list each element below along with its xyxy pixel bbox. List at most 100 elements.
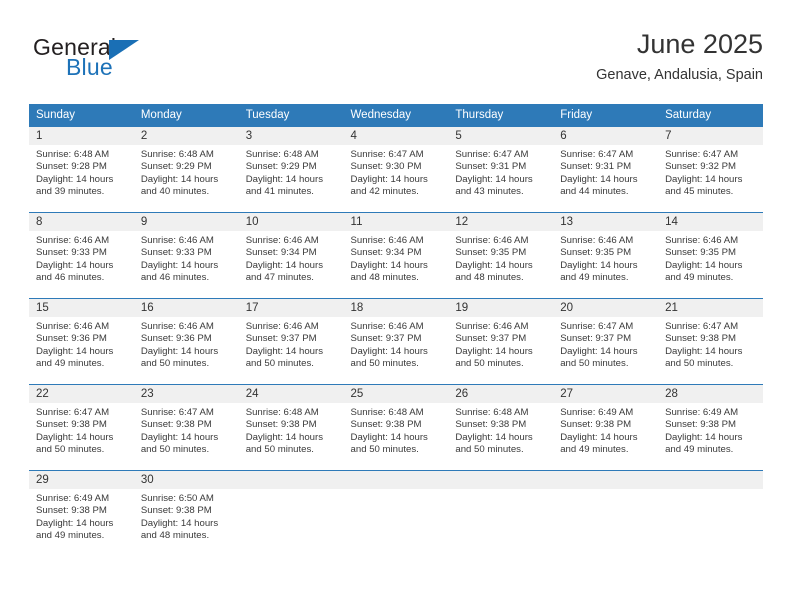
day-number bbox=[553, 471, 659, 489]
day-details: Sunrise: 6:47 AM Sunset: 9:38 PM Daylight:… bbox=[658, 317, 763, 371]
daylight-text-line2: and 50 minutes. bbox=[140, 444, 210, 456]
day-cell-inner: 15 Sunrise: 6:46 AM Sunset: 9:36 PM Dayligh… bbox=[29, 299, 134, 384]
day-details: Sunrise: 6:47 AM Sunset: 9:30 PM Daylight:… bbox=[344, 145, 449, 199]
calendar-day-cell[interactable]: 22 Sunrise: 6:47 AM Sunset: 9:38 PM Dayligh… bbox=[29, 384, 134, 471]
calendar-day-cell[interactable]: 21 Sunrise: 6:47 AM Sunset: 9:38 PM Dayligh… bbox=[658, 298, 763, 385]
day-number: 8 bbox=[29, 213, 134, 231]
sunrise-text: Sunrise: 6:47 AM bbox=[665, 149, 739, 160]
page-title: June 2025 bbox=[636, 29, 763, 59]
day-cell-inner: 29 Sunrise: 6:49 AM Sunset: 9:38 PM Dayligh… bbox=[29, 471, 134, 556]
daylight-text-line2: and 50 minutes. bbox=[455, 358, 524, 370]
day-details: Sunrise: 6:49 AM Sunset: 9:38 PM Daylight:… bbox=[29, 489, 134, 543]
day-number: 1 bbox=[29, 127, 134, 145]
calendar-day-cell[interactable]: 6 Sunrise: 6:47 AM Sunset: 9:31 PM Daylight… bbox=[553, 127, 659, 213]
day-cell-inner: 6 Sunrise: 6:47 AM Sunset: 9:31 PM Daylight… bbox=[553, 127, 659, 212]
general-blue-logo[interactable]: General Blue bbox=[33, 34, 233, 90]
daylight-text-line1: Daylight: 14 hours bbox=[665, 431, 743, 443]
calendar-day-cell[interactable]: 5 Sunrise: 6:47 AM Sunset: 9:31 PM Daylight… bbox=[448, 127, 554, 213]
calendar-day-cell[interactable]: 12 Sunrise: 6:46 AM Sunset: 9:35 PM Dayligh… bbox=[448, 212, 554, 299]
calendar-day-cell[interactable]: 23 Sunrise: 6:47 AM Sunset: 9:38 PM Dayligh… bbox=[133, 384, 239, 471]
daylight-text-line1: Daylight: 14 hours bbox=[140, 259, 219, 271]
calendar-day-cell[interactable]: 1 Sunrise: 6:48 AM Sunset: 9:28 PM Daylight… bbox=[29, 127, 134, 213]
calendar-day-cell[interactable]: 20 Sunrise: 6:47 AM Sunset: 9:37 PM Dayligh… bbox=[553, 298, 659, 385]
sunset-text: Sunset: 9:29 PM bbox=[245, 161, 317, 173]
calendar-day-cell[interactable]: 10 Sunrise: 6:46 AM Sunset: 9:34 PM Dayligh… bbox=[238, 212, 344, 299]
sunrise-text: Sunrise: 6:49 AM bbox=[665, 407, 739, 418]
calendar-day-cell[interactable]: 2 Sunrise: 6:48 AM Sunset: 9:29 PM Daylight… bbox=[133, 127, 239, 213]
sunrise-text: Sunrise: 6:46 AM bbox=[560, 235, 634, 246]
weekday-header-thursday: Thursday bbox=[448, 104, 554, 127]
day-details bbox=[448, 489, 553, 493]
day-cell-inner: 24 Sunrise: 6:48 AM Sunset: 9:38 PM Dayligh… bbox=[238, 385, 344, 470]
sunset-text: Sunset: 9:38 PM bbox=[665, 419, 736, 431]
calendar-day-cell[interactable]: 13 Sunrise: 6:46 AM Sunset: 9:35 PM Dayligh… bbox=[553, 212, 659, 299]
day-cell-inner: 26 Sunrise: 6:48 AM Sunset: 9:38 PM Dayligh… bbox=[448, 385, 554, 470]
daylight-text-line2: and 49 minutes. bbox=[36, 358, 105, 370]
weekday-header-monday: Monday bbox=[133, 104, 239, 127]
day-number: 23 bbox=[133, 385, 239, 403]
daylight-text-line2: and 49 minutes. bbox=[665, 272, 734, 284]
calendar-day-cell[interactable]: 3 Sunrise: 6:48 AM Sunset: 9:29 PM Daylight… bbox=[238, 127, 344, 213]
daylight-text-line1: Daylight: 14 hours bbox=[665, 345, 743, 357]
day-cell-inner bbox=[448, 471, 554, 556]
sunrise-text: Sunrise: 6:46 AM bbox=[140, 235, 214, 246]
calendar-day-cell[interactable]: 7 Sunrise: 6:47 AM Sunset: 9:32 PM Daylight… bbox=[658, 127, 763, 213]
daylight-text-line2: and 50 minutes. bbox=[560, 358, 629, 370]
daylight-text-line1: Daylight: 14 hours bbox=[560, 345, 638, 357]
calendar-day-cell[interactable]: 30 Sunrise: 6:50 AM Sunset: 9:38 PM Dayligh… bbox=[133, 470, 239, 556]
calendar-day-cell[interactable]: 24 Sunrise: 6:48 AM Sunset: 9:38 PM Dayligh… bbox=[238, 384, 344, 471]
sunset-text: Sunset: 9:36 PM bbox=[140, 333, 212, 345]
calendar-page: General Blue June 2025 Genave, Andalusia… bbox=[0, 0, 792, 612]
calendar-day-cell[interactable]: 18 Sunrise: 6:46 AM Sunset: 9:37 PM Dayligh… bbox=[343, 298, 449, 385]
daylight-text-line1: Daylight: 14 hours bbox=[140, 431, 219, 443]
calendar-day-cell[interactable]: 16 Sunrise: 6:46 AM Sunset: 9:36 PM Dayligh… bbox=[133, 298, 239, 385]
calendar-day-cell[interactable]: 4 Sunrise: 6:47 AM Sunset: 9:30 PM Daylight… bbox=[343, 127, 449, 213]
daylight-text-line1: Daylight: 14 hours bbox=[140, 345, 219, 357]
day-cell-inner: 19 Sunrise: 6:46 AM Sunset: 9:37 PM Dayligh… bbox=[448, 299, 554, 384]
calendar-day-cell[interactable]: 8 Sunrise: 6:46 AM Sunset: 9:33 PM Daylight… bbox=[29, 212, 134, 299]
calendar-week-row: 8 Sunrise: 6:46 AM Sunset: 9:33 PM Daylight… bbox=[29, 212, 763, 299]
day-number: 28 bbox=[658, 385, 763, 403]
calendar-day-cell[interactable]: 19 Sunrise: 6:46 AM Sunset: 9:37 PM Dayligh… bbox=[448, 298, 554, 385]
sunrise-text: Sunrise: 6:48 AM bbox=[140, 149, 214, 160]
sunrise-text: Sunrise: 6:48 AM bbox=[245, 149, 319, 160]
calendar-day-cell[interactable]: 14 Sunrise: 6:46 AM Sunset: 9:35 PM Dayligh… bbox=[658, 212, 763, 299]
day-cell-inner: 4 Sunrise: 6:47 AM Sunset: 9:30 PM Daylight… bbox=[343, 127, 449, 212]
day-cell-inner: 25 Sunrise: 6:48 AM Sunset: 9:38 PM Dayligh… bbox=[343, 385, 449, 470]
sunset-text: Sunset: 9:37 PM bbox=[455, 333, 527, 345]
weekday-header-sunday: Sunday bbox=[29, 104, 134, 127]
daylight-text-line2: and 50 minutes. bbox=[245, 358, 314, 370]
daylight-text-line2: and 49 minutes. bbox=[560, 444, 629, 456]
calendar-day-cell[interactable]: 17 Sunrise: 6:46 AM Sunset: 9:37 PM Dayligh… bbox=[238, 298, 344, 385]
day-details: Sunrise: 6:49 AM Sunset: 9:38 PM Daylight:… bbox=[658, 403, 763, 457]
calendar-day-cell[interactable]: 11 Sunrise: 6:46 AM Sunset: 9:34 PM Dayligh… bbox=[343, 212, 449, 299]
sunrise-text: Sunrise: 6:48 AM bbox=[245, 407, 319, 418]
day-cell-inner: 17 Sunrise: 6:46 AM Sunset: 9:37 PM Dayligh… bbox=[238, 299, 344, 384]
calendar-day-cell[interactable]: 28 Sunrise: 6:49 AM Sunset: 9:38 PM Dayligh… bbox=[658, 384, 763, 471]
daylight-text-line1: Daylight: 14 hours bbox=[245, 259, 324, 271]
day-number: 5 bbox=[448, 127, 554, 145]
calendar-day-cell[interactable]: 9 Sunrise: 6:46 AM Sunset: 9:33 PM Daylight… bbox=[133, 212, 239, 299]
sunset-text: Sunset: 9:34 PM bbox=[350, 247, 422, 259]
sunset-text: Sunset: 9:30 PM bbox=[350, 161, 422, 173]
day-number: 2 bbox=[133, 127, 239, 145]
day-details: Sunrise: 6:46 AM Sunset: 9:37 PM Daylight:… bbox=[448, 317, 553, 371]
calendar-day-cell[interactable]: 26 Sunrise: 6:48 AM Sunset: 9:38 PM Dayligh… bbox=[448, 384, 554, 471]
day-number bbox=[343, 471, 449, 489]
calendar-day-cell[interactable]: 15 Sunrise: 6:46 AM Sunset: 9:36 PM Dayligh… bbox=[29, 298, 134, 385]
calendar-day-cell[interactable]: 29 Sunrise: 6:49 AM Sunset: 9:38 PM Dayligh… bbox=[29, 470, 134, 556]
calendar-week-row: 29 Sunrise: 6:49 AM Sunset: 9:38 PM Dayligh… bbox=[29, 470, 763, 556]
calendar-day-cell[interactable]: 25 Sunrise: 6:48 AM Sunset: 9:38 PM Dayligh… bbox=[343, 384, 449, 471]
sunset-text: Sunset: 9:38 PM bbox=[36, 419, 107, 431]
day-details: Sunrise: 6:50 AM Sunset: 9:38 PM Daylight:… bbox=[134, 489, 239, 543]
day-cell-inner bbox=[553, 471, 659, 556]
day-number: 9 bbox=[133, 213, 239, 231]
daylight-text-line2: and 48 minutes. bbox=[350, 272, 419, 284]
sunset-text: Sunset: 9:29 PM bbox=[140, 161, 212, 173]
sunrise-text: Sunrise: 6:49 AM bbox=[560, 407, 634, 418]
day-details: Sunrise: 6:46 AM Sunset: 9:35 PM Daylight:… bbox=[658, 231, 763, 285]
daylight-text-line1: Daylight: 14 hours bbox=[350, 431, 428, 443]
calendar-day-cell[interactable]: 27 Sunrise: 6:49 AM Sunset: 9:38 PM Dayligh… bbox=[553, 384, 659, 471]
daylight-text-line2: and 50 minutes. bbox=[455, 444, 524, 456]
daylight-text-line2: and 45 minutes. bbox=[665, 186, 734, 198]
